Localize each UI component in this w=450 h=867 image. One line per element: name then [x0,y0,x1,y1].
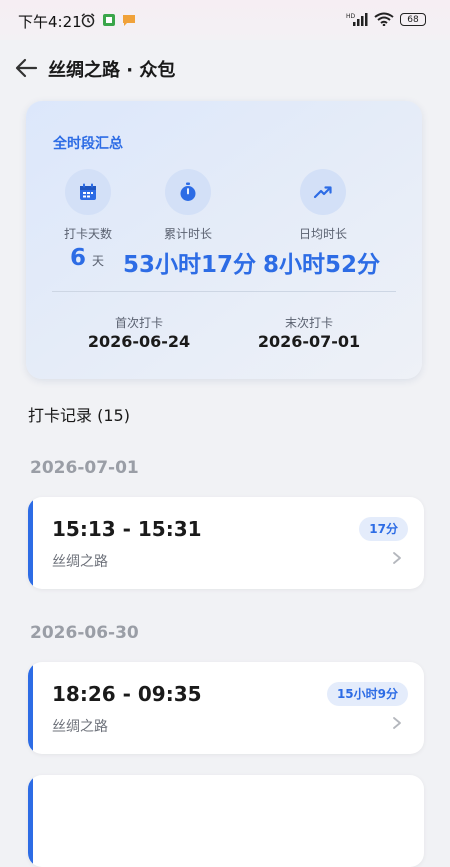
duration-badge: 15小时9分 [326,682,408,706]
app-notification-icon [103,14,115,26]
first-checkin-value: 2026-06-24 [87,332,191,351]
top-bar: 丝绸之路 · 众包 [0,48,450,88]
wifi-icon [374,12,394,26]
chevron-right-icon [393,717,401,729]
back-arrow-icon[interactable] [12,54,40,82]
total-duration-value: 53小时17分 [123,252,257,278]
days-label: 打卡天数 [63,227,112,241]
status-time: 下午4:21 [18,13,82,31]
first-checkin-label: 首次打卡 [114,316,163,330]
duration-badge: 17分 [359,517,408,541]
record-accent-bar [28,497,33,589]
stopwatch-icon [165,169,211,215]
last-checkin-value: 2026-07-01 [257,332,361,351]
summary-card: 全时段汇总 打卡天数 累计时长 日均时长 6天 53小时17分 8小时52分 首… [26,101,422,379]
chevron-right-icon [393,552,401,564]
days-unit: 天 [92,254,105,268]
calendar-icon [65,169,111,215]
last-checkin-label: 末次打卡 [284,316,333,330]
average-duration-label: 日均时长 [298,227,347,241]
signal-icon: HD [346,13,368,26]
record-time: 18:26 - 09:35 [52,682,202,706]
battery-icon: 68 [400,12,426,26]
days-value-group: 6天 [70,245,104,271]
total-duration-label: 累计时长 [163,227,212,241]
status-bar: 下午4:21 HD 68 [0,0,450,40]
record-place: 丝绸之路 [52,719,108,735]
records-heading: 打卡记录 (15) [28,406,130,425]
record-card[interactable]: 18:26 - 09:35 丝绸之路 15小时9分 [28,662,424,754]
alarm-icon [81,13,95,28]
svg-text:HD: HD [346,13,356,20]
status-icons-left [80,12,136,28]
page-title: 丝绸之路 · 众包 [48,60,176,81]
group-date: 2026-07-01 [30,458,139,478]
record-time: 15:13 - 15:31 [52,517,202,541]
group-date: 2026-06-30 [30,623,139,643]
summary-divider [52,291,396,292]
record-card-partial[interactable] [28,775,424,867]
average-duration-value: 8小时52分 [263,252,381,278]
days-value: 6 [70,245,87,271]
record-place: 丝绸之路 [52,554,108,570]
summary-title: 全时段汇总 [53,136,123,152]
message-notification-icon [123,15,135,26]
record-accent-bar [28,662,33,754]
record-accent-bar [28,775,33,867]
trending-up-icon [300,169,346,215]
record-card[interactable]: 15:13 - 15:31 丝绸之路 17分 [28,497,424,589]
status-icons-right: HD 68 [346,12,426,26]
